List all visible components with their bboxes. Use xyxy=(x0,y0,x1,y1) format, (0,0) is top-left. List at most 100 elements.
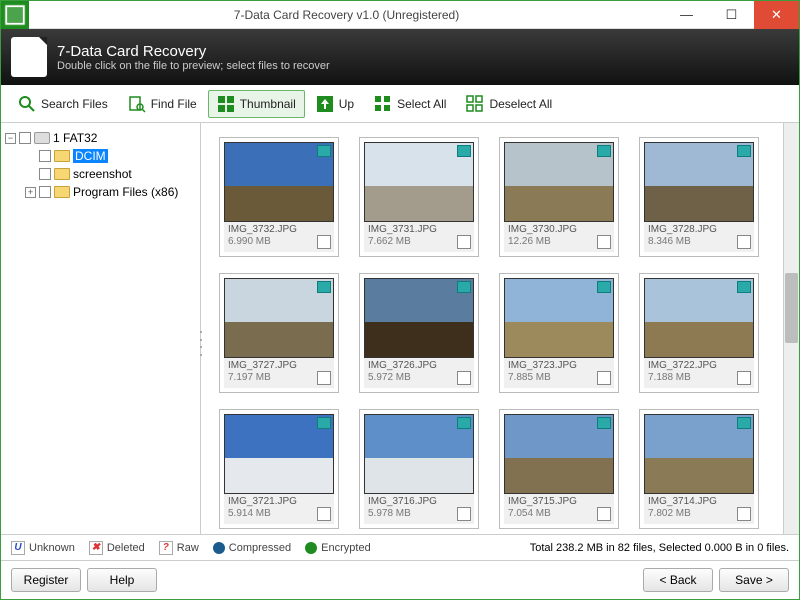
tree-expand-icon[interactable]: + xyxy=(25,187,36,198)
tree-item[interactable]: + Program Files (x86) xyxy=(5,183,196,201)
thumbnail-item[interactable]: IMG_3727.JPG7.197 MB xyxy=(219,273,339,393)
filetype-badge-icon xyxy=(597,145,611,157)
thumbnail-item[interactable]: IMG_3715.JPG7.054 MB xyxy=(499,409,619,529)
thumbnail-checkbox[interactable] xyxy=(737,371,751,385)
thumbnail-image xyxy=(644,414,754,494)
search-files-button[interactable]: Search Files xyxy=(9,90,117,118)
thumbnail-icon xyxy=(217,95,235,113)
thumbnail-info: IMG_3722.JPG7.188 MB xyxy=(644,358,754,388)
deleted-icon: ✖ xyxy=(89,541,103,555)
filetype-badge-icon xyxy=(317,281,331,293)
thumbnail-filename: IMG_3726.JPG xyxy=(368,360,470,372)
thumbnail-item[interactable]: IMG_3732.JPG6.990 MB xyxy=(219,137,339,257)
folder-icon xyxy=(54,150,70,162)
thumbnail-checkbox[interactable] xyxy=(457,371,471,385)
tree-checkbox[interactable] xyxy=(39,168,51,180)
maximize-button[interactable]: ☐ xyxy=(709,1,754,29)
filetype-badge-icon xyxy=(737,417,751,429)
thumbnail-checkbox[interactable] xyxy=(457,235,471,249)
app-icon xyxy=(1,1,29,29)
thumbnail-checkbox[interactable] xyxy=(737,235,751,249)
footer-bar: Register Help < Back Save > xyxy=(1,561,799,599)
register-button[interactable]: Register xyxy=(11,568,81,592)
tree-checkbox[interactable] xyxy=(39,150,51,162)
legend-encrypted: Encrypted xyxy=(321,542,371,554)
close-button[interactable]: ✕ xyxy=(754,1,799,29)
thumbnail-checkbox[interactable] xyxy=(597,507,611,521)
thumbnail-info: IMG_3731.JPG7.662 MB xyxy=(364,222,474,252)
tree-item-label: Program Files (x86) xyxy=(73,185,178,199)
tree-item-label: DCIM xyxy=(73,149,108,163)
thumbnail-checkbox[interactable] xyxy=(457,507,471,521)
tree-checkbox[interactable] xyxy=(19,132,31,144)
thumbnail-info: IMG_3721.JPG5.914 MB xyxy=(224,494,334,524)
thumbnail-filesize: 8.346 MB xyxy=(648,236,750,248)
thumbnail-filename: IMG_3715.JPG xyxy=(508,496,610,508)
thumbnail-item[interactable]: IMG_3716.JPG5.978 MB xyxy=(359,409,479,529)
thumbnail-info: IMG_3728.JPG8.346 MB xyxy=(644,222,754,252)
thumbnail-image xyxy=(224,414,334,494)
thumbnail-button[interactable]: Thumbnail xyxy=(208,90,305,118)
thumbnail-item[interactable]: IMG_3726.JPG5.972 MB xyxy=(359,273,479,393)
thumbnail-info: IMG_3716.JPG5.978 MB xyxy=(364,494,474,524)
thumbnail-image xyxy=(224,278,334,358)
thumbnail-item[interactable]: IMG_3721.JPG5.914 MB xyxy=(219,409,339,529)
thumbnail-item[interactable]: IMG_3728.JPG8.346 MB xyxy=(639,137,759,257)
thumbnail-image xyxy=(504,278,614,358)
up-button[interactable]: Up xyxy=(307,90,363,118)
raw-icon: ? xyxy=(159,541,173,555)
tree-item[interactable]: screenshot xyxy=(5,165,196,183)
legend-compressed: Compressed xyxy=(229,542,291,554)
select-all-button[interactable]: Select All xyxy=(365,90,455,118)
thumbnail-filesize: 5.972 MB xyxy=(368,372,470,384)
thumbnail-checkbox[interactable] xyxy=(737,507,751,521)
find-file-button[interactable]: Find File xyxy=(119,90,206,118)
filetype-badge-icon xyxy=(317,145,331,157)
thumbnail-label: Thumbnail xyxy=(240,97,296,111)
thumbnail-filename: IMG_3721.JPG xyxy=(228,496,330,508)
thumbnail-info: IMG_3726.JPG5.972 MB xyxy=(364,358,474,388)
tree-root-label[interactable]: 1 FAT32 xyxy=(53,131,97,145)
toolbar: Search Files Find File Thumbnail Up Sele… xyxy=(1,85,799,123)
filetype-badge-icon xyxy=(597,417,611,429)
thumbnail-filesize: 7.197 MB xyxy=(228,372,330,384)
thumbnail-checkbox[interactable] xyxy=(317,235,331,249)
thumbnail-image xyxy=(504,142,614,222)
window-title: 7-Data Card Recovery v1.0 (Unregistered) xyxy=(29,8,664,22)
unknown-icon: U xyxy=(11,541,25,555)
back-button[interactable]: < Back xyxy=(643,568,713,592)
sd-card-icon xyxy=(11,37,47,77)
thumbnail-checkbox[interactable] xyxy=(597,371,611,385)
thumbnail-filename: IMG_3723.JPG xyxy=(508,360,610,372)
save-button[interactable]: Save > xyxy=(719,568,789,592)
folder-tree[interactable]: − 1 FAT32 DCIM screenshot + Program Files (… xyxy=(1,123,201,534)
folder-icon xyxy=(54,168,70,180)
header-subtitle: Double click on the file to preview; sel… xyxy=(57,60,330,72)
scrollbar-handle[interactable] xyxy=(785,273,798,343)
thumbnail-item[interactable]: IMG_3731.JPG7.662 MB xyxy=(359,137,479,257)
filetype-badge-icon xyxy=(737,281,751,293)
thumbnail-item[interactable]: IMG_3722.JPG7.188 MB xyxy=(639,273,759,393)
up-icon xyxy=(316,95,334,113)
tree-checkbox[interactable] xyxy=(39,186,51,198)
thumbnail-image xyxy=(364,414,474,494)
deselect-all-button[interactable]: Deselect All xyxy=(457,90,561,118)
tree-item[interactable]: DCIM xyxy=(5,147,196,165)
thumbnail-filename: IMG_3732.JPG xyxy=(228,224,330,236)
thumbnail-image xyxy=(644,278,754,358)
vertical-scrollbar[interactable] xyxy=(783,123,799,534)
help-button[interactable]: Help xyxy=(87,568,157,592)
minimize-button[interactable]: — xyxy=(664,1,709,29)
thumbnail-checkbox[interactable] xyxy=(317,371,331,385)
thumbnail-item[interactable]: IMG_3730.JPG12.26 MB xyxy=(499,137,619,257)
thumbnail-info: IMG_3727.JPG7.197 MB xyxy=(224,358,334,388)
search-icon xyxy=(18,95,36,113)
thumbnail-item[interactable]: IMG_3723.JPG7.885 MB xyxy=(499,273,619,393)
thumbnail-info: IMG_3730.JPG12.26 MB xyxy=(504,222,614,252)
tree-collapse-icon[interactable]: − xyxy=(5,133,16,144)
thumbnail-item[interactable]: IMG_3714.JPG7.802 MB xyxy=(639,409,759,529)
thumbnail-checkbox[interactable] xyxy=(317,507,331,521)
thumbnail-filesize: 7.802 MB xyxy=(648,508,750,520)
thumbnail-filename: IMG_3722.JPG xyxy=(648,360,750,372)
thumbnail-checkbox[interactable] xyxy=(597,235,611,249)
